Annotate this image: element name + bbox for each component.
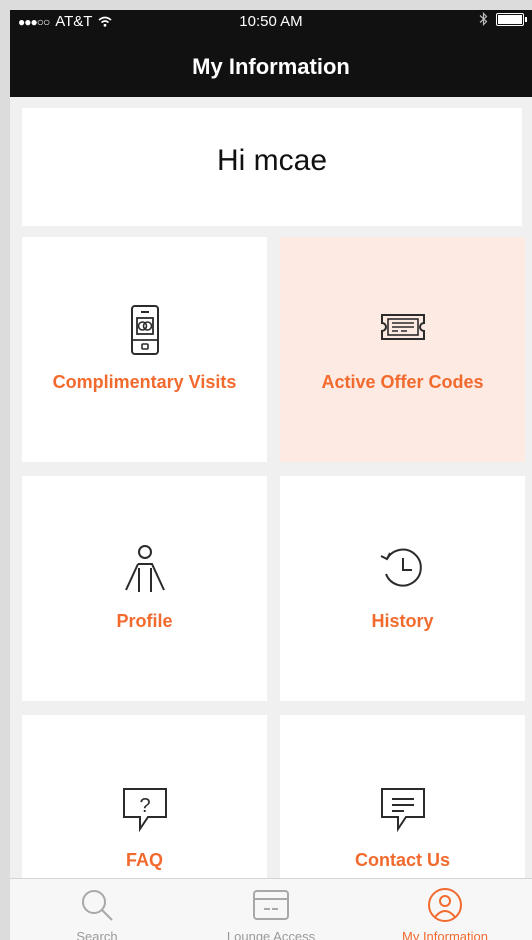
- user-circle-icon: [428, 888, 462, 922]
- tile-label: FAQ: [125, 850, 163, 870]
- tab-lounge-access[interactable]: Lounge Access: [184, 879, 358, 940]
- tab-label: Lounge Access: [226, 929, 316, 940]
- battery-icon: [496, 12, 527, 26]
- status-bar: ●●●○○ AT&T 10:50 AM: [10, 10, 532, 34]
- card-icon: [253, 890, 289, 920]
- svg-text:?: ?: [139, 795, 150, 817]
- person-icon: [124, 545, 165, 592]
- history-clock-icon: [380, 548, 422, 587]
- tile-label: Active Offer Codes: [321, 372, 484, 392]
- tab-bar: Search Lounge Access My Information: [10, 878, 532, 940]
- tile-label: Complimentary Visits: [52, 372, 237, 392]
- ticket-icon: [380, 314, 425, 340]
- phone-card-icon: [130, 305, 159, 355]
- tab-label: My Information: [402, 929, 488, 940]
- question-bubble-icon: ?: [122, 788, 167, 833]
- tile-label: History: [371, 611, 434, 631]
- page-title: My Information: [192, 54, 350, 79]
- tab-label: Search: [76, 929, 118, 940]
- tile-label: Profile: [116, 611, 173, 631]
- bluetooth-icon: [479, 12, 488, 26]
- greeting-text: Hi mcae: [216, 144, 328, 177]
- active-offer-codes-tile[interactable]: Active Offer Codes: [280, 237, 525, 462]
- tile-label: Contact Us: [354, 850, 450, 870]
- profile-tile[interactable]: Profile: [22, 476, 267, 701]
- status-time: 10:50 AM: [239, 13, 303, 30]
- tab-my-information[interactable]: My Information: [358, 879, 532, 940]
- nav-bar: My Information: [10, 34, 532, 97]
- greeting-card: Hi mcae: [22, 108, 522, 226]
- app-frame: ●●●○○ AT&T 10:50 AM My Information Hi mc…: [10, 10, 532, 940]
- message-bubble-icon: [380, 788, 425, 833]
- history-tile[interactable]: History: [280, 476, 525, 701]
- status-right: [479, 12, 527, 26]
- tab-search[interactable]: Search: [10, 879, 184, 940]
- complimentary-visits-tile[interactable]: Complimentary Visits: [22, 237, 267, 462]
- search-icon: [82, 890, 113, 921]
